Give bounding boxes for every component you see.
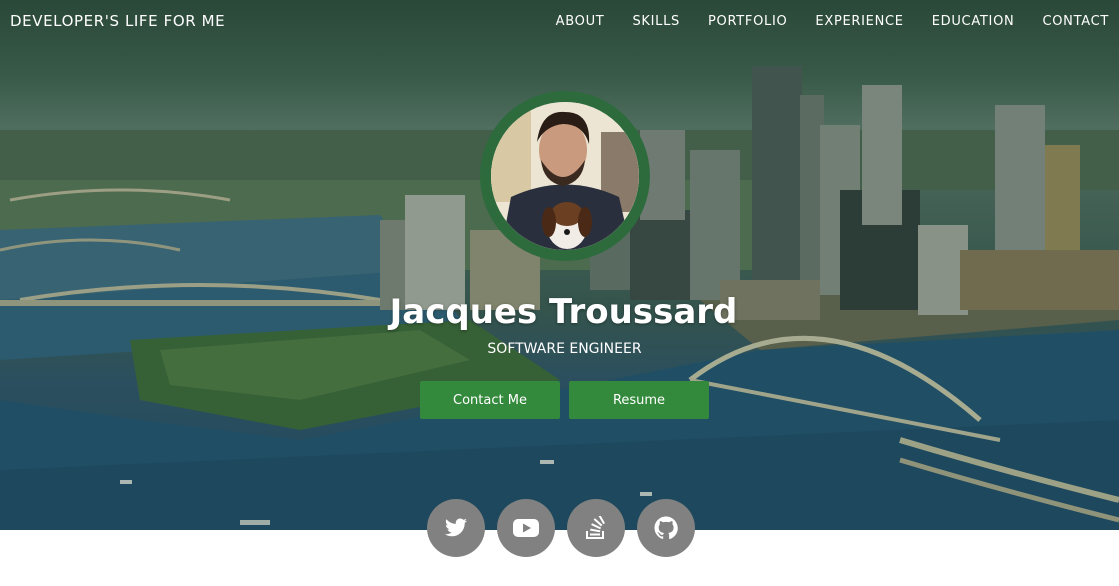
hero-title: SOFTWARE ENGINEER (487, 341, 642, 357)
nav-link-experience[interactable]: EXPERIENCE (815, 14, 903, 29)
nav-link-about[interactable]: ABOUT (556, 14, 605, 29)
nav-links: ABOUT SKILLS PORTFOLIO EXPERIENCE EDUCAT… (556, 14, 1109, 29)
resume-button[interactable]: Resume (569, 381, 709, 419)
avatar (491, 102, 639, 250)
youtube-link[interactable] (497, 499, 555, 557)
nav-link-contact[interactable]: CONTACT (1042, 14, 1109, 29)
avatar-ring (480, 91, 650, 261)
twitter-icon (445, 518, 467, 537)
nav-link-education[interactable]: EDUCATION (932, 14, 1015, 29)
brand-link[interactable]: DEVELOPER'S LIFE FOR ME (10, 12, 225, 30)
github-link[interactable] (637, 499, 695, 557)
youtube-icon (513, 519, 539, 537)
hero-section (0, 0, 1119, 530)
nav-link-skills[interactable]: SKILLS (632, 14, 680, 29)
stack-overflow-icon (586, 516, 605, 539)
contact-me-button[interactable]: Contact Me (420, 381, 560, 419)
github-icon (654, 516, 678, 540)
stack-overflow-link[interactable] (567, 499, 625, 557)
nav-link-portfolio[interactable]: PORTFOLIO (708, 14, 787, 29)
profile-photo (491, 102, 639, 250)
twitter-link[interactable] (427, 499, 485, 557)
navbar: DEVELOPER'S LIFE FOR ME ABOUT SKILLS POR… (0, 0, 1119, 42)
hero-name: Jacques Troussard (389, 292, 738, 332)
hero-overlay (0, 0, 1119, 530)
